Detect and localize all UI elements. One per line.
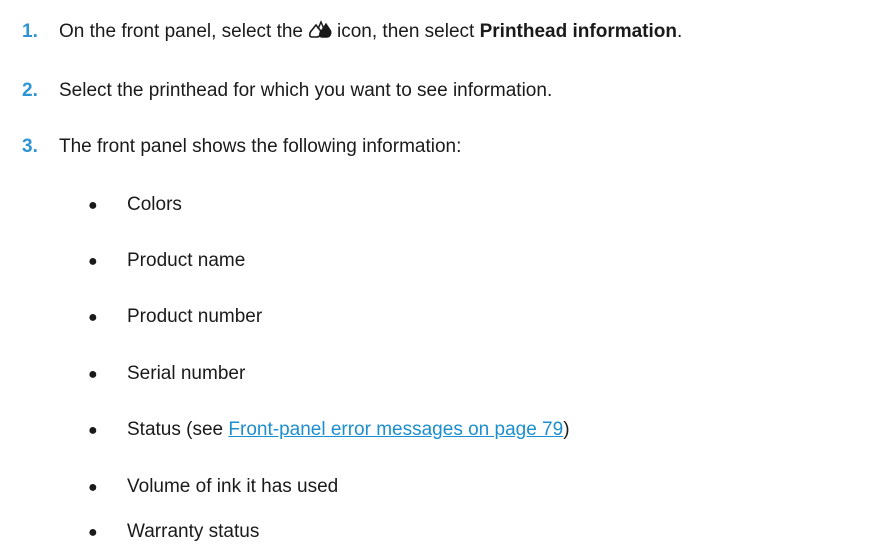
bullet-icon: ● — [88, 253, 98, 270]
step-text-end: . — [677, 21, 683, 42]
list-item: ● Warranty status — [0, 520, 259, 545]
step-text: The front panel shows the following info… — [59, 136, 462, 157]
step-3: 3. The front panel shows the following i… — [0, 135, 461, 159]
ink-drops-icon — [308, 20, 332, 38]
step-text: On the front panel, select the icon, the… — [59, 20, 682, 44]
bullet-icon: ● — [88, 422, 98, 439]
step-2: 2. Select the printhead for which you wa… — [0, 79, 552, 103]
step-number: 1. — [22, 21, 38, 42]
list-item: ● Volume of ink it has used — [0, 475, 338, 500]
bullet-icon: ● — [88, 197, 98, 214]
bullet-icon: ● — [88, 479, 98, 496]
bullet-icon: ● — [88, 309, 98, 326]
step-text-part: On the front panel, select the — [59, 21, 303, 42]
list-item-text: Colors — [127, 194, 182, 215]
status-suffix: ) — [563, 419, 570, 440]
step-1: 1. On the front panel, select the icon, … — [0, 20, 682, 44]
list-item: ● Status (see Front-panel error messages… — [0, 418, 570, 443]
list-item: ● Product name — [0, 249, 245, 274]
step-text-part: icon, then select — [337, 21, 475, 42]
status-prefix: Status (see — [127, 419, 224, 440]
list-item-text: Volume of ink it has used — [127, 476, 339, 497]
list-item: ● Product number — [0, 305, 262, 330]
list-item: ● Serial number — [0, 362, 245, 387]
document-page: 1. On the front panel, select the icon, … — [0, 0, 878, 550]
list-item-text: Product name — [127, 250, 246, 271]
step-number: 3. — [22, 136, 38, 157]
list-item-text: Serial number — [127, 363, 246, 384]
list-item: ● Colors — [0, 193, 182, 218]
bullet-icon: ● — [88, 366, 98, 383]
error-messages-link[interactable]: Front-panel error messages on page 79 — [228, 419, 563, 440]
step-text: Select the printhead for which you want … — [59, 80, 553, 101]
list-item-text: Product number — [127, 306, 263, 327]
bullet-icon: ● — [88, 524, 98, 541]
step-number: 2. — [22, 80, 38, 101]
list-item-text: Status (see Front-panel error messages o… — [127, 418, 570, 442]
printhead-information-label: Printhead information — [479, 21, 677, 42]
list-item-text: Warranty status — [127, 521, 260, 542]
